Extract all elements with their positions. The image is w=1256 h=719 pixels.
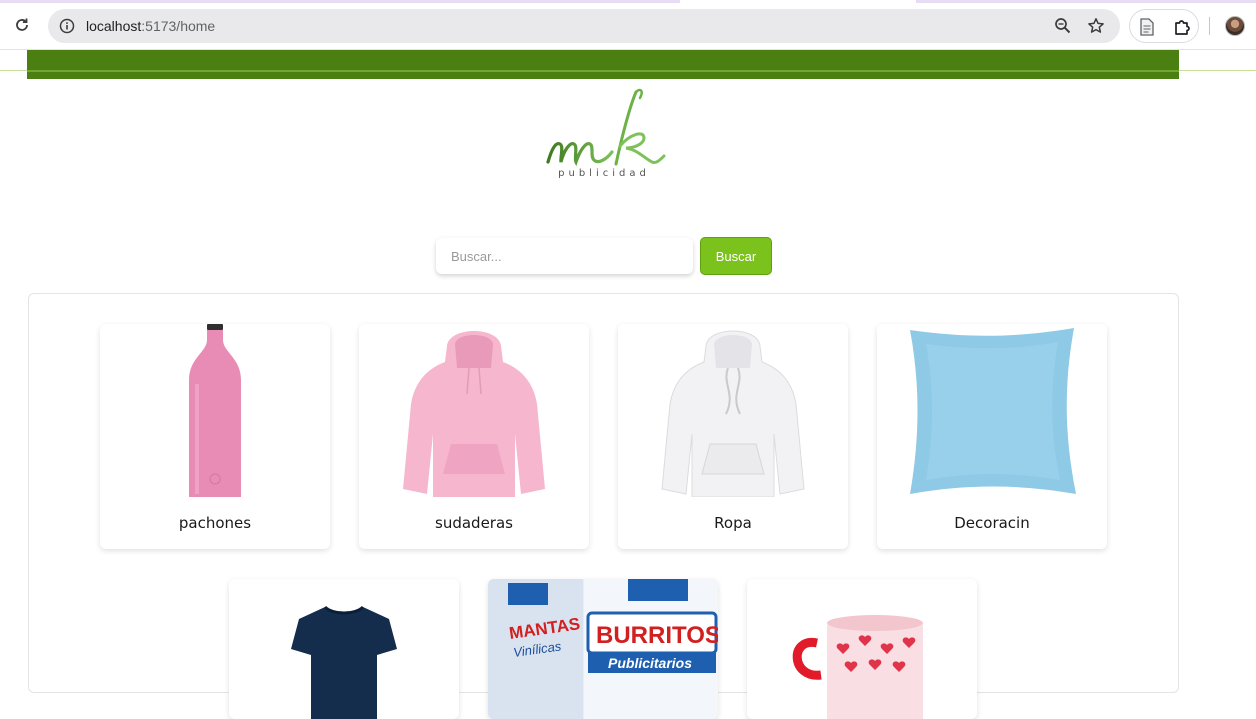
zoom-icon[interactable] xyxy=(1053,16,1073,36)
category-card-tazas[interactable] xyxy=(747,579,977,719)
navy-tshirt-image xyxy=(229,579,459,719)
page-content: publicidad Buscar pachones xyxy=(0,50,1256,719)
logo-subtext: publicidad xyxy=(558,168,650,179)
reload-icon[interactable] xyxy=(12,15,32,35)
site-info-icon[interactable] xyxy=(56,15,78,37)
category-label: Decoracin xyxy=(954,514,1030,532)
extensions-group xyxy=(1129,9,1199,43)
toolbar-separator xyxy=(1209,17,1210,35)
address-bar[interactable]: localhost:5173/home xyxy=(48,9,1120,43)
url-path: :5173/home xyxy=(141,18,216,34)
profile-avatar[interactable] xyxy=(1225,16,1245,36)
category-label: sudaderas xyxy=(435,514,513,532)
browser-toolbar: localhost:5173/home xyxy=(0,0,1256,50)
url-text[interactable]: localhost:5173/home xyxy=(86,9,215,43)
extensions-puzzle-icon[interactable] xyxy=(1172,17,1192,37)
category-card-sudaderas[interactable]: sudaderas xyxy=(359,324,589,549)
pink-hoodie-image xyxy=(359,324,589,497)
white-hoodie-image xyxy=(618,324,848,497)
flyer-text-burritos: BURRITOS xyxy=(596,622,718,649)
flyer-text-publicitarios: Publicitarios xyxy=(608,655,692,671)
blue-pillow-image xyxy=(877,324,1107,497)
pink-bottle-image xyxy=(100,324,330,497)
banner-flyer-image: MANTAS Vinílicas BURRITOS Publicitarios xyxy=(488,579,718,719)
active-tab-edge xyxy=(680,0,916,3)
category-card-pachones[interactable]: pachones xyxy=(100,324,330,549)
header-band xyxy=(27,50,1179,79)
category-grid: pachones sudaderas Ropa Decoracin MANTAS… xyxy=(28,293,1179,719)
tab-strip xyxy=(0,0,1256,3)
brand-logo[interactable]: publicidad xyxy=(540,86,668,184)
url-host: localhost xyxy=(86,18,142,34)
category-card-banners[interactable]: MANTAS Vinílicas BURRITOS Publicitarios xyxy=(488,579,718,719)
category-label: Ropa xyxy=(714,514,752,532)
category-card-decoracion[interactable]: Decoracin xyxy=(877,324,1107,549)
search-input[interactable] xyxy=(436,238,693,274)
category-card-ropa[interactable]: Ropa xyxy=(618,324,848,549)
category-label: pachones xyxy=(178,514,252,532)
bookmark-star-icon[interactable] xyxy=(1086,16,1106,36)
mk-logo-icon xyxy=(546,88,666,167)
heart-mug-image xyxy=(747,579,977,719)
reading-mode-icon[interactable] xyxy=(1137,17,1157,37)
category-card-camisetas[interactable] xyxy=(229,579,459,719)
search-button[interactable]: Buscar xyxy=(700,237,772,275)
